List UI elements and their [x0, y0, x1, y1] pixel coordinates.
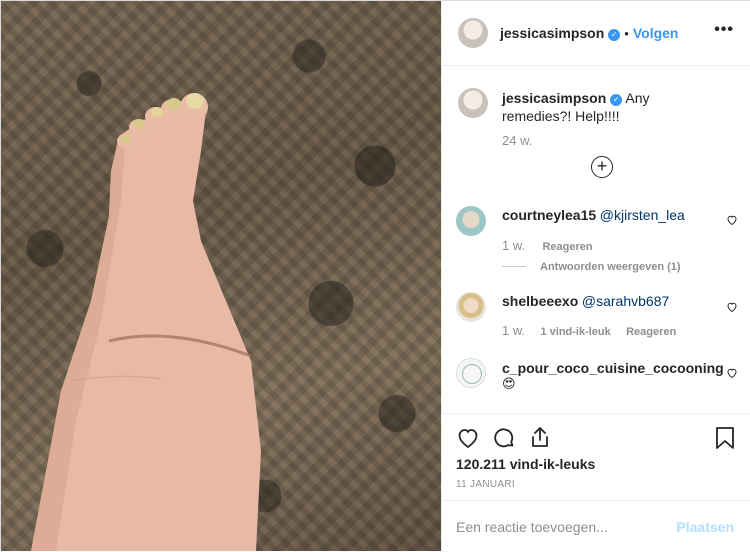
- comment-mention[interactable]: @kjirsten_lea: [600, 207, 685, 223]
- comment-meta: 1 w. 1 vind-ik-leuk Reageren: [502, 323, 676, 338]
- comment-time[interactable]: 1 w.: [502, 238, 525, 253]
- caption: jessicasimpson ✓ Any remedies?! Help!!!!: [502, 89, 712, 125]
- caption-avatar[interactable]: [458, 88, 488, 118]
- comment-avatar[interactable]: [456, 358, 486, 388]
- comment-username[interactable]: c_pour_coco_cuisine_cocooning: [502, 360, 724, 376]
- caption-timestamp[interactable]: 24 w.: [502, 133, 532, 148]
- header-separator: •: [624, 26, 629, 41]
- post-date[interactable]: 11 JANUARI: [456, 479, 515, 490]
- verified-badge-icon: ✓: [610, 94, 623, 106]
- comment-mention[interactable]: @sarahvb687: [582, 293, 669, 309]
- add-comment-bar: Plaatsen: [442, 500, 750, 552]
- likes-count[interactable]: 120.211 vind-ik-leuks: [456, 456, 595, 472]
- follow-button[interactable]: Volgen: [633, 25, 679, 41]
- comment-row: c_pour_coco_cuisine_cocooning: [502, 360, 724, 376]
- author-avatar[interactable]: [458, 18, 488, 48]
- more-horizontal-icon[interactable]: •••: [714, 21, 734, 39]
- share-upload-icon[interactable]: [528, 425, 552, 449]
- plus-circle-icon[interactable]: +: [591, 156, 613, 178]
- comment-bubble-icon[interactable]: [492, 426, 516, 450]
- comment-like-heart-icon[interactable]: [726, 367, 738, 379]
- comment-row: shelbeeexo @sarahvb687: [502, 293, 669, 309]
- instagram-post: jessicasimpson ✓ • Volgen ••• jessicasimpso…: [0, 0, 750, 551]
- comment-emoji: 😍: [502, 376, 516, 391]
- comment-username[interactable]: courtneylea15: [502, 207, 596, 223]
- post-actions: 120.211 vind-ik-leuks 11 JANUARI Plaatse…: [442, 413, 750, 551]
- comment-input[interactable]: [456, 515, 666, 539]
- view-replies-row[interactable]: Antwoorden weergeven (1): [502, 259, 681, 273]
- comment-meta: 1 w. Reageren: [502, 238, 593, 253]
- verified-badge-icon: ✓: [608, 29, 621, 41]
- comment-avatar[interactable]: [456, 292, 486, 322]
- comment-avatar[interactable]: [456, 206, 486, 236]
- comment-time[interactable]: 1 w.: [502, 323, 525, 338]
- comment-like-heart-icon[interactable]: [726, 214, 738, 226]
- comment-like-heart-icon[interactable]: [726, 301, 738, 313]
- reply-button[interactable]: Reageren: [626, 326, 676, 338]
- comment-likes-count[interactable]: 1 vind-ik-leuk: [540, 326, 610, 338]
- comment-username[interactable]: shelbeeexo: [502, 293, 578, 309]
- post-comment-button[interactable]: Plaatsen: [676, 519, 734, 535]
- foot-photo-graphic: [31, 93, 261, 551]
- post-header: jessicasimpson ✓ • Volgen •••: [442, 1, 750, 66]
- view-replies-button[interactable]: Antwoorden weergeven (1): [540, 261, 681, 273]
- avatar-logo-ring: [462, 364, 482, 384]
- post-photo[interactable]: [1, 1, 441, 551]
- like-heart-icon[interactable]: [456, 426, 480, 450]
- post-side-panel: jessicasimpson ✓ • Volgen ••• jessicasimpso…: [441, 1, 750, 551]
- caption-username[interactable]: jessicasimpson: [502, 90, 606, 106]
- comment-row: courtneylea15 @kjirsten_lea: [502, 207, 685, 223]
- replies-divider: [502, 266, 526, 268]
- reply-button[interactable]: Reageren: [542, 241, 592, 253]
- save-bookmark-icon[interactable]: [714, 426, 736, 450]
- header-user-row: jessicasimpson ✓ • Volgen: [500, 25, 678, 41]
- author-username[interactable]: jessicasimpson: [500, 25, 604, 41]
